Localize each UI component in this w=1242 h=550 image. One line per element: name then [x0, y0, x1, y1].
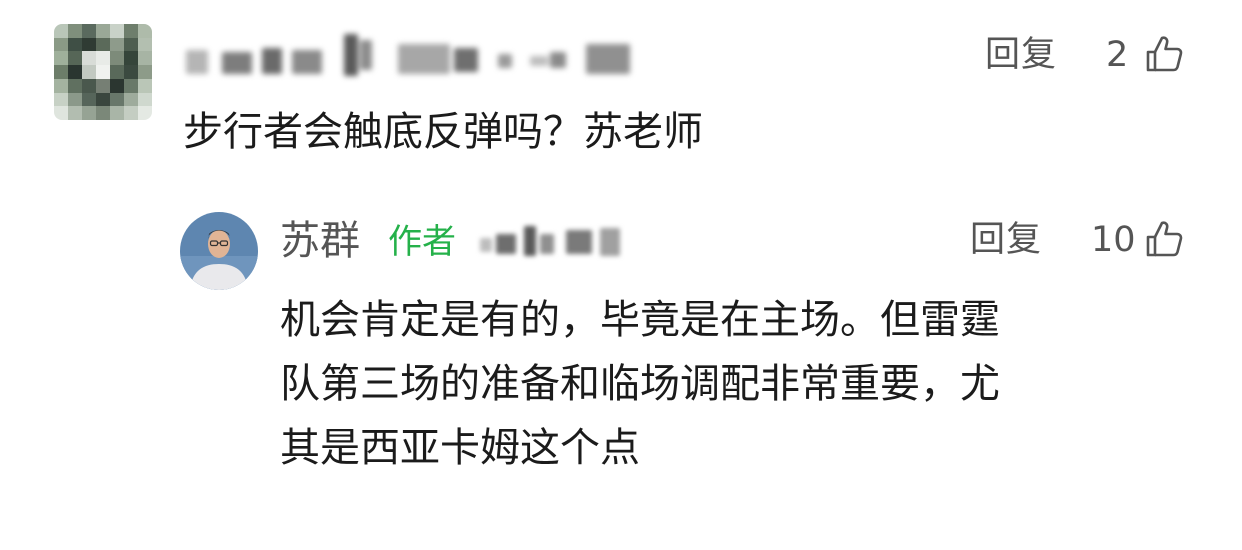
reply-text-line: 机会肯定是有的，毕竟是在主场。但雷霆 — [280, 297, 1000, 343]
author-avatar[interactable] — [180, 212, 258, 290]
reply-text-line: 其是西亚卡姆这个点 — [280, 425, 640, 471]
commenter-name-redacted — [184, 34, 636, 80]
reply-reply-button[interactable]: 回复 — [970, 223, 1042, 258]
comment-reply-button[interactable]: 回复 — [985, 38, 1057, 73]
comment-like-count: 2 — [1106, 35, 1129, 75]
reply-text: 机会肯定是有的，毕竟是在主场。但雷霆 队第三场的准备和临场调配非常重要，尤 其是… — [280, 288, 1180, 480]
reply-like-count: 10 — [1091, 220, 1136, 260]
reply-text-line: 队第三场的准备和临场调配非常重要，尤 — [280, 361, 1000, 407]
thumbs-up-icon[interactable] — [1144, 219, 1184, 259]
author-badge: 作者 — [388, 222, 456, 262]
thumbs-up-icon[interactable] — [1144, 34, 1184, 74]
commenter-avatar[interactable] — [54, 24, 152, 120]
author-name[interactable]: 苏群 — [280, 216, 360, 266]
reply-meta-redacted — [478, 226, 626, 258]
comment-text: 步行者会触底反弹吗？苏老师 — [183, 109, 703, 155]
